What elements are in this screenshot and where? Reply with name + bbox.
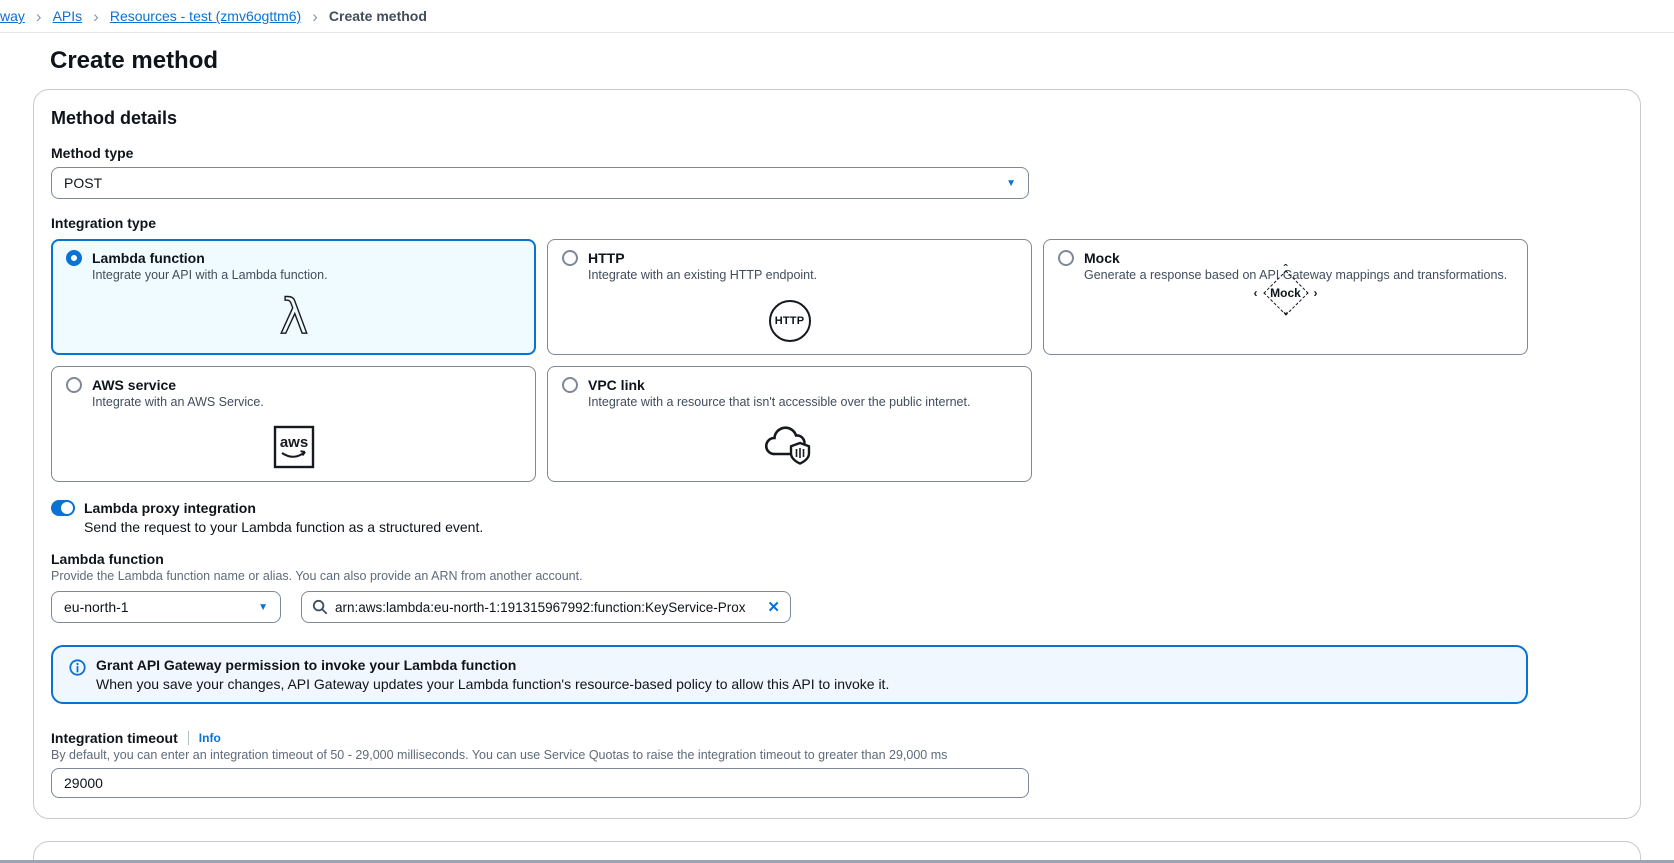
region-value: eu-north-1 xyxy=(64,599,129,615)
breadcrumb-link-apis[interactable]: APIs xyxy=(53,8,83,24)
search-icon xyxy=(312,599,328,615)
toggle-knob xyxy=(61,502,73,514)
breadcrumb-current: Create method xyxy=(329,8,427,24)
tile-title: HTTP xyxy=(588,250,625,266)
breadcrumb: way › APIs › Resources - test (zmv6ogttm… xyxy=(0,0,1674,33)
clear-icon[interactable]: ✕ xyxy=(767,598,780,616)
method-type-select[interactable]: POST ▼ xyxy=(51,167,1029,199)
banner-message: When you save your changes, API Gateway … xyxy=(96,676,889,692)
breadcrumb-link-gateway[interactable]: way xyxy=(0,8,25,24)
lambda-function-description: Provide the Lambda function name or alia… xyxy=(51,569,1623,583)
method-type-value: POST xyxy=(64,175,102,191)
permission-info-banner: Grant API Gateway permission to invoke y… xyxy=(51,645,1528,704)
lambda-arn-input[interactable] xyxy=(335,600,760,615)
aws-icon: aws xyxy=(273,425,315,469)
radio-icon[interactable] xyxy=(1058,250,1074,266)
mock-arrow-right: › xyxy=(1314,287,1318,299)
lambda-proxy-description: Send the request to your Lambda function… xyxy=(84,519,1623,535)
lambda-function-label: Lambda function xyxy=(51,551,1623,567)
mock-arrow-left: ‹ xyxy=(1254,287,1258,299)
chevron-right-icon: › xyxy=(35,8,43,25)
integration-tile-mock[interactable]: Mock Generate a response based on API Ga… xyxy=(1043,239,1528,355)
integration-tile-lambda-function[interactable]: Lambda function Integrate your API with … xyxy=(51,239,536,355)
integration-timeout-input[interactable] xyxy=(51,768,1029,798)
info-icon xyxy=(69,659,86,692)
lambda-proxy-section: Lambda proxy integration Send the reques… xyxy=(51,500,1623,535)
page-title: Create method xyxy=(50,47,1674,75)
chevron-down-icon: ▼ xyxy=(1006,178,1016,189)
tile-description: Integrate your API with a Lambda functio… xyxy=(92,268,521,282)
tile-title: AWS service xyxy=(92,377,176,393)
vpc-link-icon xyxy=(762,421,818,469)
lambda-arn-field: ✕ xyxy=(301,591,791,623)
integration-timeout-label: Integration timeout xyxy=(51,730,178,746)
svg-text:λ: λ xyxy=(279,291,307,341)
tile-title: Mock xyxy=(1084,250,1120,266)
integration-tile-http[interactable]: HTTP Integrate with an existing HTTP end… xyxy=(547,239,1032,355)
http-icon: HTTP xyxy=(769,300,811,342)
http-icon-label: HTTP xyxy=(775,315,805,327)
integration-timeout-description: By default, you can enter an integration… xyxy=(51,748,1623,762)
lambda-proxy-toggle[interactable] xyxy=(51,500,75,516)
integration-tile-aws-service[interactable]: AWS service Integrate with an AWS Servic… xyxy=(51,366,536,482)
integration-timeout-info-link[interactable]: Info xyxy=(188,731,221,745)
lambda-proxy-label: Lambda proxy integration xyxy=(84,500,256,516)
lambda-icon: λ xyxy=(271,291,317,341)
tile-description: Integrate with an existing HTTP endpoint… xyxy=(588,268,1017,282)
chevron-right-icon: › xyxy=(92,8,100,25)
region-select[interactable]: eu-north-1 ▼ xyxy=(51,591,281,623)
method-details-card: Method details Method type POST ▼ Integr… xyxy=(33,89,1641,819)
radio-icon[interactable] xyxy=(562,377,578,393)
method-details-heading: Method details xyxy=(51,108,1623,129)
banner-title: Grant API Gateway permission to invoke y… xyxy=(96,657,889,673)
method-type-label: Method type xyxy=(51,145,1623,161)
radio-icon[interactable] xyxy=(66,377,82,393)
mock-arrow-up: ˆ xyxy=(1284,263,1288,275)
chevron-right-icon: › xyxy=(311,8,319,25)
integration-type-tiles: Lambda function Integrate your API with … xyxy=(51,239,1623,482)
tile-title: Lambda function xyxy=(92,250,205,266)
tile-title: VPC link xyxy=(588,377,645,393)
breadcrumb-link-resources[interactable]: Resources - test (zmv6ogttm6) xyxy=(110,8,301,24)
mock-icon: ‹ › ˆ ˇ Mock xyxy=(1254,270,1318,316)
tile-description: Integrate with a resource that isn't acc… xyxy=(588,395,1017,409)
tile-description: Integrate with an AWS Service. xyxy=(92,395,521,409)
radio-selected-icon[interactable] xyxy=(66,250,82,266)
integration-type-label: Integration type xyxy=(51,215,1623,231)
mock-arrow-down: ˇ xyxy=(1284,311,1288,323)
radio-icon[interactable] xyxy=(562,250,578,266)
integration-tile-vpc-link[interactable]: VPC link Integrate with a resource that … xyxy=(547,366,1032,482)
mock-icon-label: Mock xyxy=(1270,286,1301,300)
svg-text:aws: aws xyxy=(279,434,307,451)
chevron-down-icon: ▼ xyxy=(258,602,268,613)
